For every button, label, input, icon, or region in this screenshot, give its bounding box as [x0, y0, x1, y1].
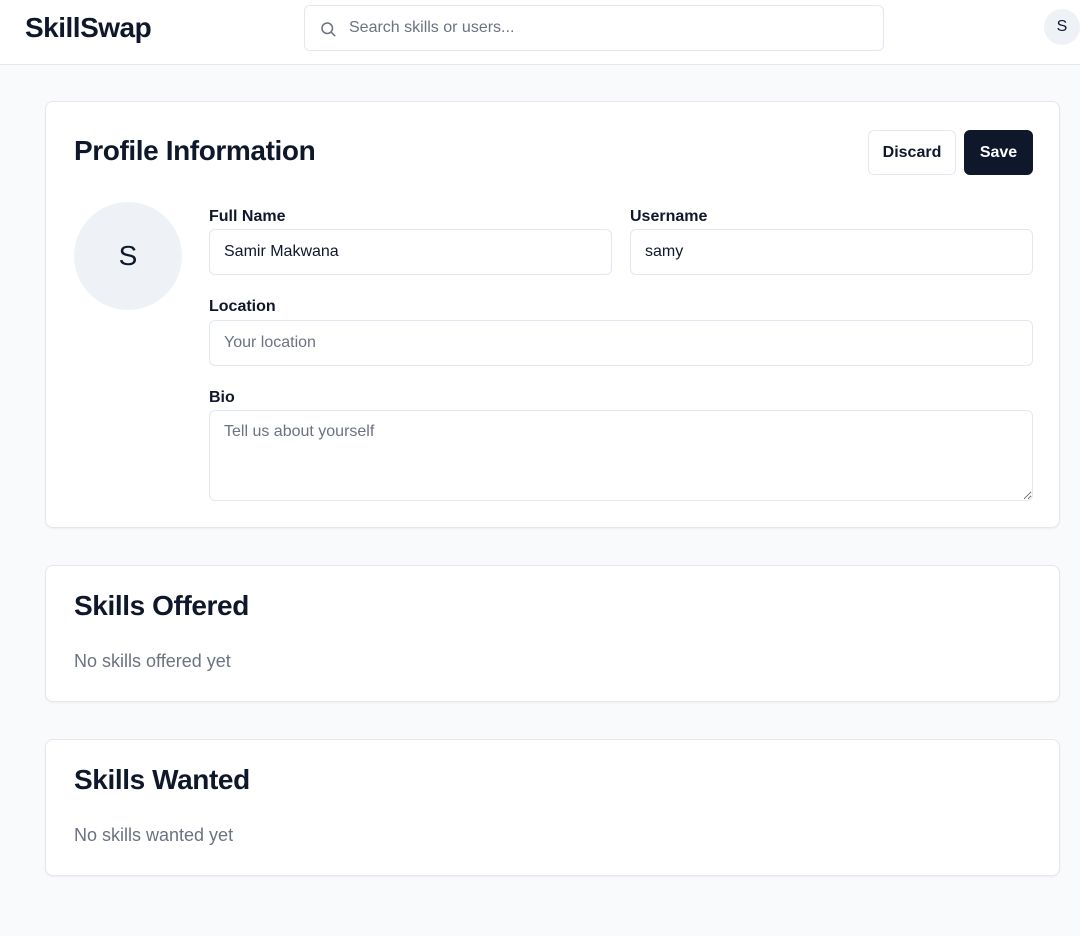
location-field[interactable] — [209, 320, 1033, 366]
user-avatar[interactable]: S — [1044, 9, 1080, 45]
skills-offered-empty: No skills offered yet — [74, 651, 231, 671]
username-label: Username — [630, 208, 708, 225]
search-bar[interactable] — [304, 5, 884, 51]
skills-offered-title: Skills Offered — [74, 590, 249, 621]
skills-wanted-card: Skills Wanted No skills wanted yet — [45, 739, 1060, 876]
profile-information-card: Profile Information Discard Save S Full … — [45, 101, 1060, 528]
search-icon — [321, 22, 336, 37]
discard-button[interactable]: Discard — [868, 130, 956, 175]
location-label: Location — [209, 298, 276, 315]
full-name-field[interactable] — [209, 229, 612, 275]
profile-avatar[interactable]: S — [74, 202, 182, 310]
bio-label: Bio — [209, 389, 235, 406]
skills-wanted-empty: No skills wanted yet — [74, 825, 234, 845]
skills-offered-card: Skills Offered No skills offered yet — [45, 565, 1060, 702]
top-header: SkillSwap S — [0, 0, 1080, 65]
bio-field[interactable] — [209, 410, 1033, 501]
save-button[interactable]: Save — [964, 130, 1033, 175]
skills-wanted-title: Skills Wanted — [74, 764, 250, 795]
profile-title: Profile Information — [74, 135, 316, 166]
app-logo[interactable]: SkillSwap — [25, 12, 152, 44]
username-field[interactable] — [630, 229, 1033, 275]
full-name-label: Full Name — [209, 208, 286, 225]
search-input[interactable] — [349, 6, 869, 50]
